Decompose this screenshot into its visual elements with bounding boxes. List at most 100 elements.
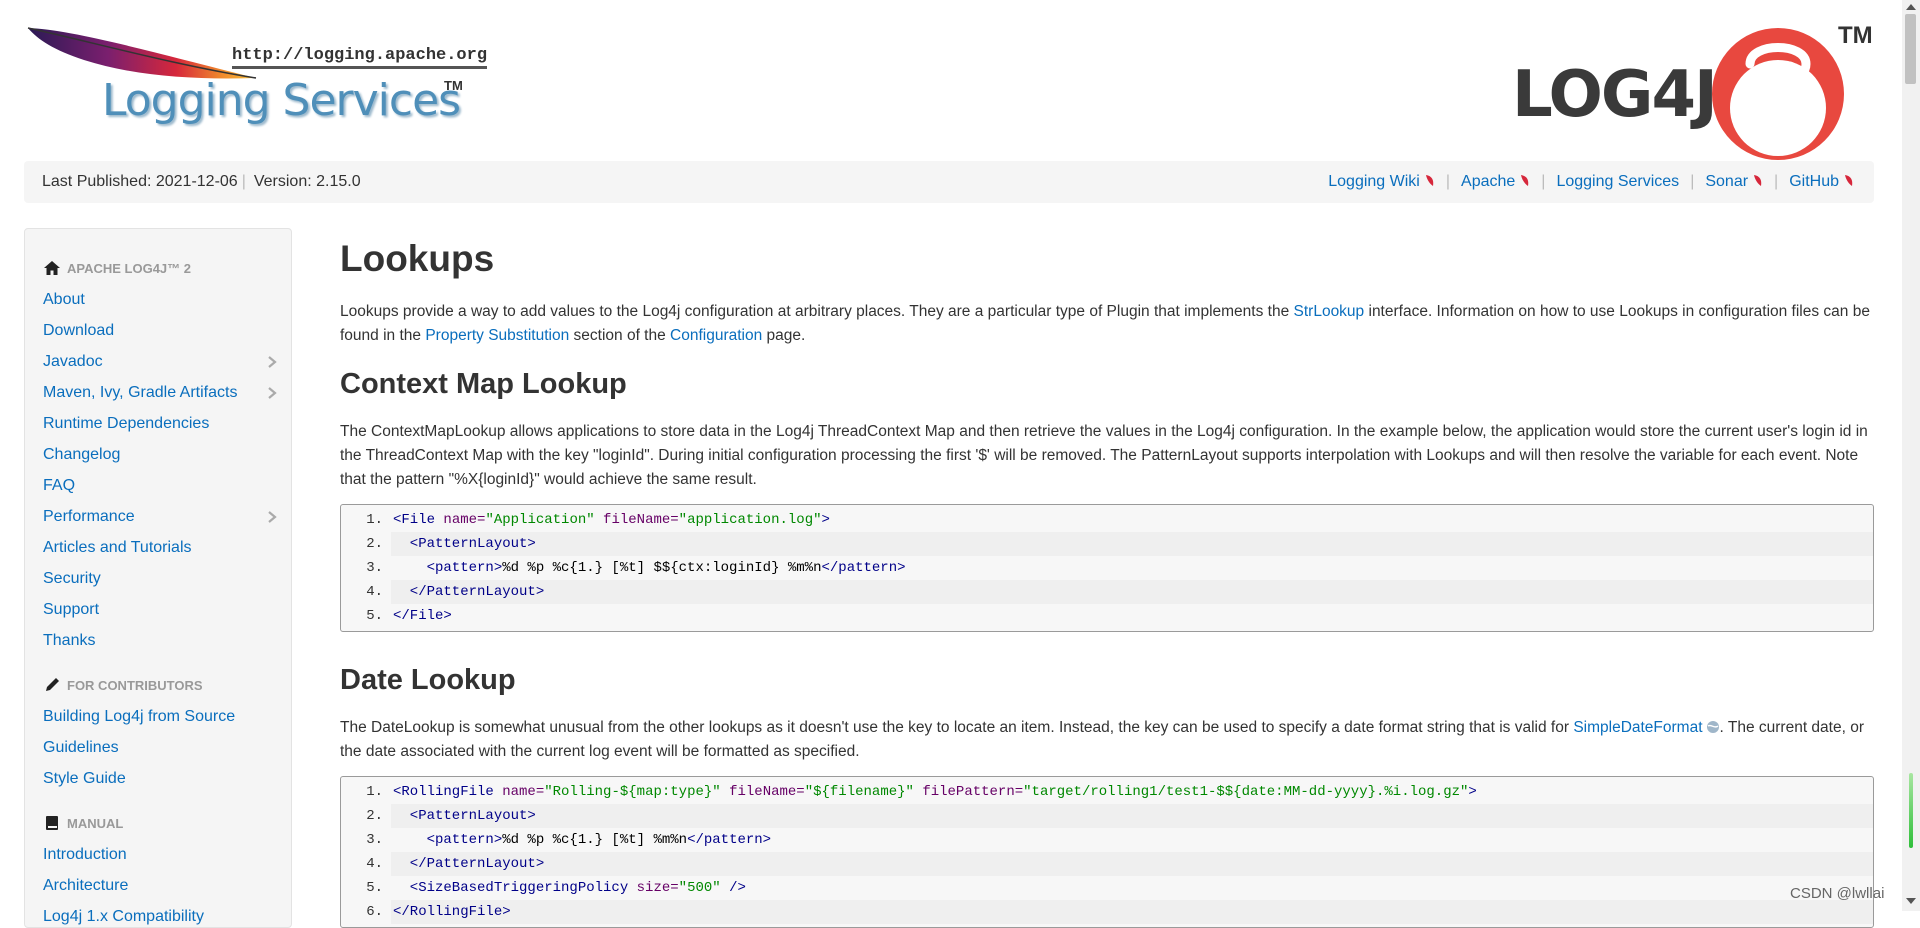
nav-header-log4j: APACHE LOG4J™ 2 bbox=[43, 259, 191, 277]
code-plain: %d %p %c{1.} [%t] $${ctx:loginId} %m%n bbox=[502, 560, 822, 576]
feather-link-icon bbox=[1845, 175, 1853, 186]
code-tag: <pattern> bbox=[393, 832, 503, 848]
line-number: 4. bbox=[366, 856, 383, 872]
sidebar-item-architecture[interactable]: Architecture bbox=[43, 877, 128, 895]
sidebar-item-articles[interactable]: Articles and Tutorials bbox=[43, 539, 192, 557]
link-label: Apache bbox=[1461, 173, 1516, 190]
code-line: 4. </PatternLayout> bbox=[341, 580, 1873, 604]
link-label: Sonar bbox=[1705, 173, 1749, 190]
log4j-logo[interactable]: LOG4J TM bbox=[1512, 20, 1886, 170]
log4j-swirl-icon bbox=[1712, 28, 1844, 160]
page-scrollbar[interactable] bbox=[1902, 0, 1920, 911]
code-tag: <RollingFile bbox=[393, 784, 494, 800]
sidebar-item-thanks[interactable]: Thanks bbox=[43, 632, 95, 650]
line-number: 1. bbox=[366, 784, 383, 800]
top-info-bar: Last Published: 2021-12-06 | Version: 2.15… bbox=[24, 161, 1874, 203]
sidebar-item-introduction[interactable]: Introduction bbox=[43, 846, 127, 864]
link-apache[interactable]: Apache bbox=[1461, 173, 1530, 190]
code-string: "Application" bbox=[485, 512, 595, 528]
text: page. bbox=[762, 327, 806, 344]
code-attr: name= bbox=[435, 512, 486, 528]
sidebar-item-building[interactable]: Building Log4j from Source bbox=[43, 708, 235, 726]
separator: | bbox=[1774, 173, 1779, 190]
scroll-up-arrow-icon[interactable] bbox=[1906, 4, 1916, 10]
code-tag: <pattern> bbox=[393, 560, 503, 576]
sidebar-item-performance[interactable]: Performance bbox=[43, 508, 135, 526]
sidebar-item-maven[interactable]: Maven, Ivy, Gradle Artifacts bbox=[43, 384, 237, 402]
pencil-icon bbox=[46, 678, 59, 691]
chevron-right-icon[interactable] bbox=[265, 510, 279, 524]
sidebar-item-support[interactable]: Support bbox=[43, 601, 99, 619]
version: Version: 2.15.0 bbox=[253, 173, 361, 190]
section-title-context-map: Context Map Lookup bbox=[340, 368, 627, 400]
sidebar-item-about[interactable]: About bbox=[43, 291, 85, 309]
feather-link-icon bbox=[1754, 175, 1762, 186]
logging-services-logo[interactable]: http://logging.apache.org Logging Servic… bbox=[24, 20, 494, 132]
link-property-substitution[interactable]: Property Substitution bbox=[425, 327, 569, 344]
code-line: 2. <PatternLayout> bbox=[341, 532, 1873, 556]
page-title: Lookups bbox=[340, 238, 495, 279]
chevron-right-icon[interactable] bbox=[265, 386, 279, 400]
code-string: "target/rolling1/test1-$${date:MM-dd-yyy… bbox=[1023, 784, 1469, 800]
logging-services-title: Logging Services bbox=[102, 75, 461, 126]
link-sonar[interactable]: Sonar bbox=[1705, 173, 1763, 190]
sidebar-item-guidelines[interactable]: Guidelines bbox=[43, 739, 119, 757]
link-logging-services[interactable]: Logging Services bbox=[1556, 173, 1679, 190]
scroll-position-indicator bbox=[1909, 773, 1913, 848]
text: section of the bbox=[569, 327, 671, 344]
code-string: "500" bbox=[678, 880, 721, 896]
sidebar-item-security[interactable]: Security bbox=[43, 570, 101, 588]
link-github[interactable]: GitHub bbox=[1789, 173, 1854, 190]
nav-header-label: APACHE LOG4J™ 2 bbox=[67, 261, 192, 276]
logging-tm: TM bbox=[444, 78, 463, 93]
code-attr: size= bbox=[628, 880, 679, 896]
code-tag: <SizeBasedTriggeringPolicy bbox=[393, 880, 629, 896]
nav-header-label: MANUAL bbox=[67, 816, 124, 831]
code-line: 5. <SizeBasedTriggeringPolicy size="500"… bbox=[341, 876, 1873, 900]
sidebar-item-download[interactable]: Download bbox=[43, 322, 114, 340]
code-line: 5. </File> bbox=[341, 604, 1873, 628]
book-icon bbox=[46, 816, 58, 830]
sidebar-item-changelog[interactable]: Changelog bbox=[43, 446, 120, 464]
globe-icon bbox=[1706, 721, 1719, 733]
sidebar-item-faq[interactable]: FAQ bbox=[43, 477, 75, 495]
code-line: 1. <File name="Application" fileName="app… bbox=[341, 508, 1873, 532]
feather-link-icon bbox=[1521, 175, 1529, 186]
code-line: 2. <PatternLayout> bbox=[341, 804, 1873, 828]
date-lookup-paragraph: The DateLookup is somewhat unusual from … bbox=[340, 716, 1876, 764]
code-block-date-lookup: 1. <RollingFile name="Rolling-${map:type}… bbox=[340, 776, 1874, 928]
code-string: "${filename}" bbox=[804, 784, 914, 800]
feather-link-icon bbox=[1425, 175, 1434, 186]
sidebar-item-runtime-deps[interactable]: Runtime Dependencies bbox=[43, 415, 209, 433]
chevron-right-icon[interactable] bbox=[265, 355, 279, 369]
nav-header-label: FOR CONTRIBUTORS bbox=[67, 678, 203, 693]
code-attr: fileName= bbox=[594, 512, 679, 528]
link-simpledateformat[interactable]: SimpleDateFormat bbox=[1573, 719, 1702, 736]
nav-header-manual: MANUAL bbox=[43, 814, 123, 832]
code-block-context-map: 1. <File name="Application" fileName="app… bbox=[340, 504, 1874, 632]
sidebar-item-javadoc[interactable]: Javadoc bbox=[43, 353, 103, 371]
link-logging-wiki[interactable]: Logging Wiki bbox=[1328, 173, 1435, 190]
line-number: 5. bbox=[366, 608, 383, 624]
sidebar-nav: APACHE LOG4J™ 2 About Download Javadoc M… bbox=[24, 228, 292, 928]
scroll-thumb[interactable] bbox=[1905, 14, 1916, 84]
code-tag: <PatternLayout> bbox=[393, 536, 536, 552]
last-published: Last Published: 2021-12-06 bbox=[42, 173, 238, 190]
intro-paragraph: Lookups provide a way to add values to t… bbox=[340, 300, 1876, 348]
code-line: 3. <pattern>%d %p %c{1.} [%t] %m%n</patt… bbox=[341, 828, 1873, 852]
code-tag: > bbox=[821, 512, 830, 528]
line-number: 6. bbox=[366, 904, 383, 920]
code-attr: filePattern= bbox=[913, 784, 1024, 800]
context-map-paragraph: The ContextMapLookup allows applications… bbox=[340, 423, 1868, 488]
code-attr: fileName= bbox=[720, 784, 805, 800]
code-tag: </PatternLayout> bbox=[393, 584, 545, 600]
scroll-down-arrow-icon[interactable] bbox=[1906, 898, 1916, 904]
sidebar-item-style-guide[interactable]: Style Guide bbox=[43, 770, 126, 788]
csdn-watermark: CSDN @lwllai bbox=[1790, 885, 1885, 902]
line-number: 2. bbox=[366, 536, 383, 552]
link-strlookup[interactable]: StrLookup bbox=[1294, 303, 1365, 320]
code-attr: name= bbox=[493, 784, 545, 800]
link-label: Logging Services bbox=[1556, 173, 1680, 190]
line-number: 1. bbox=[366, 512, 383, 528]
link-configuration[interactable]: Configuration bbox=[670, 327, 762, 344]
